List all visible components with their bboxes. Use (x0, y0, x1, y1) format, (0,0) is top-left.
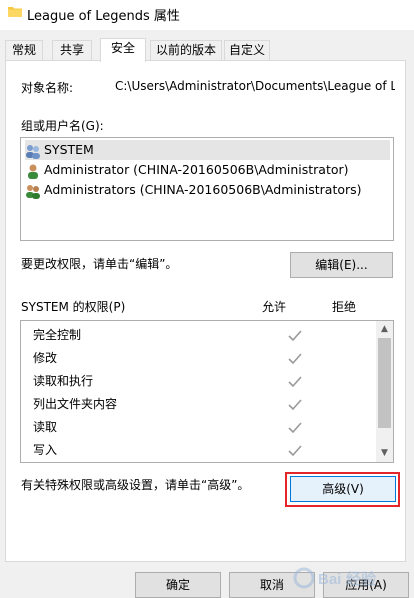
object-name-label: 对象名称: (21, 81, 74, 95)
folder-icon (8, 7, 22, 17)
scroll-thumb[interactable] (378, 338, 391, 428)
permission-name: 列出文件夹内容 (33, 397, 118, 411)
watermark-logo: Bai 经验 (293, 567, 377, 589)
list-item[interactable]: SYSTEM (25, 140, 390, 160)
list-item: 列出文件夹内容 (33, 393, 373, 416)
svg-text:Bai: Bai (318, 571, 341, 588)
user-name: Administrator (CHINA-20160506B\Administr… (44, 162, 349, 177)
user-name: Administrators (CHINA-20160506B\Administ… (44, 182, 362, 197)
allow-header: 允许 (262, 300, 287, 314)
list-item[interactable]: Administrator (CHINA-20160506B\Administr… (25, 160, 349, 180)
title-bar: League of Legends 属性 (0, 0, 414, 30)
list-item[interactable]: Administrators (CHINA-20160506B\Administ… (25, 180, 362, 200)
permissions-label: SYSTEM 的权限(P) (21, 300, 126, 314)
object-name-value: C:\Users\Administrator\Documents\League … (115, 79, 395, 93)
check-icon (288, 353, 302, 365)
groups-listbox[interactable]: SYSTEM Administrator (CHINA-20160506B\Ad… (20, 137, 394, 241)
tab-strip: 常规 共享 安全 以前的版本 自定义 (0, 38, 414, 62)
list-item: 读取 (33, 416, 373, 439)
tab-general[interactable]: 常规 (5, 40, 43, 61)
check-icon (288, 399, 302, 411)
tab-customize[interactable]: 自定义 (224, 40, 270, 61)
tab-previous-versions[interactable]: 以前的版本 (150, 40, 222, 61)
tab-sharing[interactable]: 共享 (52, 40, 92, 61)
deny-header: 拒绝 (332, 300, 357, 314)
permission-name: 修改 (33, 351, 58, 365)
check-icon (288, 445, 302, 457)
check-icon (288, 330, 302, 342)
permissions-listbox[interactable]: 完全控制 修改 读取和执行 列出文件夹内容 读取 写入 ▲ ▼ (20, 320, 394, 463)
tab-security[interactable]: 安全 (100, 38, 146, 62)
groups-label: 组或用户名(G): (21, 119, 104, 133)
scroll-down-icon[interactable]: ▼ (376, 445, 393, 462)
permissions-scrollbar[interactable]: ▲ ▼ (376, 321, 393, 462)
list-item: 修改 (33, 347, 373, 370)
user-group-icon (26, 184, 40, 199)
list-item: 完全控制 (33, 324, 373, 347)
edit-hint: 要更改权限，请单击“编辑”。 (21, 257, 178, 271)
ok-button[interactable]: 确定 (135, 572, 221, 598)
permission-name: 完全控制 (33, 328, 82, 342)
svg-text:经验: 经验 (346, 570, 377, 588)
scroll-up-icon[interactable]: ▲ (376, 321, 393, 338)
window-title: League of Legends 属性 (27, 9, 180, 24)
user-name: SYSTEM (44, 142, 94, 157)
check-icon (288, 422, 302, 434)
list-item: 写入 (33, 439, 373, 462)
user-group-icon (26, 144, 40, 159)
advanced-hint: 有关特殊权限或高级设置，请单击“高级”。 (21, 478, 250, 492)
list-item: 读取和执行 (33, 370, 373, 393)
permission-name: 写入 (33, 443, 58, 457)
edit-button[interactable]: 编辑(E)... (290, 252, 393, 278)
highlight-box (285, 472, 400, 507)
permission-name: 读取和执行 (33, 374, 94, 388)
user-icon (28, 164, 38, 179)
permission-name: 读取 (33, 420, 58, 434)
check-icon (288, 376, 302, 388)
